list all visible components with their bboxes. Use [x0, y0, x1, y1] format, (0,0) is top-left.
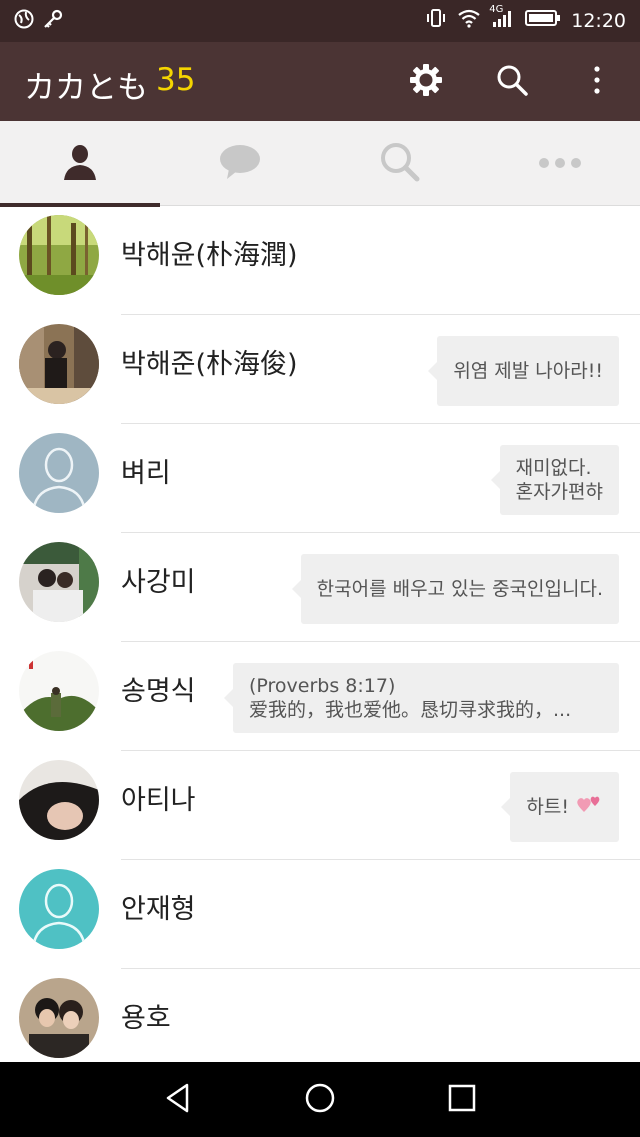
- tab-chats[interactable]: [160, 121, 320, 206]
- recents-button[interactable]: [442, 1080, 482, 1120]
- friends-list: 박해윤(朴海潤) 박해준(朴海俊) 위염 제발 나아라!! 벼리 재미없다. 혼…: [0, 206, 640, 1062]
- avatar: [19, 215, 99, 295]
- recents-square-icon: [447, 1083, 477, 1117]
- more-vertical-icon: [591, 64, 603, 100]
- system-navigation-bar: [0, 1062, 640, 1137]
- friend-name: 벼리: [121, 458, 171, 489]
- status-bar: 4G 12:20: [0, 0, 640, 42]
- search-icon: [379, 141, 421, 187]
- app-title: カカとも 35: [24, 62, 195, 107]
- friend-name: 용호: [121, 1003, 171, 1034]
- globe-icon: [14, 9, 34, 33]
- tab-more[interactable]: [480, 121, 640, 206]
- avatar: [19, 651, 99, 731]
- status-message-line-1: 재미없다.: [515, 457, 592, 479]
- status-message-line-2: 혼자가편햐: [515, 481, 603, 503]
- list-item[interactable]: 안재형: [0, 860, 640, 969]
- person-icon: [60, 142, 100, 186]
- overflow-menu-button[interactable]: [577, 62, 617, 102]
- settings-button[interactable]: [406, 62, 446, 102]
- list-item[interactable]: 송명식 (Proverbs 8:17) 爱我的，我也爱他。恳切寻求我的，...: [0, 642, 640, 751]
- avatar: [19, 433, 99, 513]
- vibrate-icon: [425, 8, 447, 33]
- friend-name: 박해윤(朴海潤): [121, 240, 298, 271]
- avatar: [19, 869, 99, 949]
- wifi-icon: [457, 8, 481, 33]
- app-title-text: カカとも: [24, 70, 148, 106]
- more-dots-icon: [538, 154, 582, 173]
- list-item[interactable]: 박해준(朴海俊) 위염 제발 나아라!!: [0, 315, 640, 424]
- avatar: [19, 542, 99, 622]
- list-item[interactable]: 용호: [0, 969, 640, 1062]
- status-message-bubble: (Proverbs 8:17) 爱我的，我也爱他。恳切寻求我的，...: [224, 663, 619, 733]
- list-item[interactable]: 벼리 재미없다. 혼자가편햐: [0, 424, 640, 533]
- battery-icon: [525, 8, 561, 33]
- back-button[interactable]: [158, 1080, 198, 1120]
- status-message-bubble: 위염 제발 나아라!!: [428, 336, 619, 406]
- friend-name: 아티나: [121, 785, 196, 816]
- search-button[interactable]: [492, 62, 532, 102]
- status-message-line-1: (Proverbs 8:17): [249, 675, 396, 697]
- friend-count: 35: [156, 62, 196, 98]
- status-message-line-2: 爱我的，我也爱他。恳切寻求我的，...: [249, 699, 572, 721]
- list-item[interactable]: 박해윤(朴海潤): [0, 206, 640, 315]
- friend-name: 안재형: [121, 894, 196, 925]
- friend-name: 박해준(朴海俊): [121, 349, 298, 380]
- status-message-bubble: 재미없다. 혼자가편햐: [490, 445, 619, 515]
- status-message: 한국어를 배우고 있는 중국인입니다.: [316, 578, 603, 600]
- tab-search[interactable]: [320, 121, 480, 206]
- home-circle-icon: [304, 1082, 336, 1118]
- list-item[interactable]: 사강미 한국어를 배우고 있는 중국인입니다.: [0, 533, 640, 642]
- list-item[interactable]: 아티나 하트!: [0, 751, 640, 860]
- cell-signal-icon: 4G: [489, 4, 515, 33]
- friend-name: 사강미: [121, 567, 196, 598]
- status-message: 위염 제발 나아라!!: [453, 360, 603, 382]
- network-type-label: 4G: [489, 4, 504, 15]
- hearts-icon: [575, 792, 603, 822]
- tab-friends[interactable]: [0, 121, 160, 207]
- avatar: [19, 760, 99, 840]
- back-triangle-icon: [163, 1082, 193, 1118]
- avatar: [19, 324, 99, 404]
- key-icon: [42, 9, 64, 33]
- status-message-bubble: 한국어를 배우고 있는 중국인입니다.: [291, 554, 619, 624]
- main-tabs: [0, 121, 640, 207]
- chat-bubble-icon: [219, 143, 261, 185]
- clock-time: 12:20: [571, 9, 626, 32]
- home-button[interactable]: [300, 1080, 340, 1120]
- status-message: 하트!: [526, 796, 569, 818]
- status-message-bubble: 하트!: [501, 772, 619, 842]
- friend-name: 송명식: [121, 676, 196, 707]
- search-icon: [494, 62, 530, 102]
- gear-icon: [408, 62, 444, 102]
- app-bar: カカとも 35: [0, 42, 640, 121]
- avatar: [19, 978, 99, 1058]
